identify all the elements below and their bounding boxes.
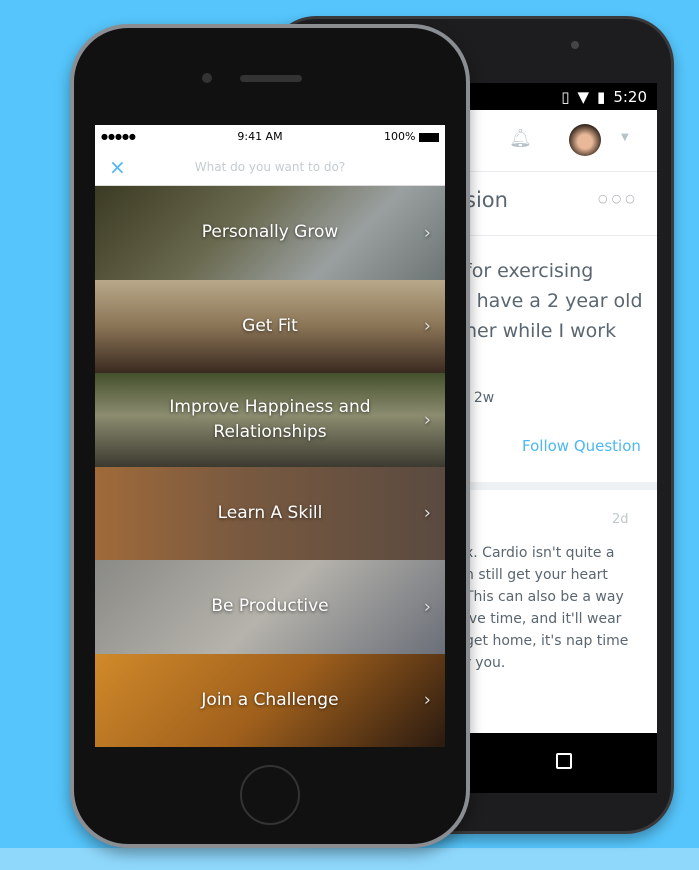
tile-personally-grow[interactable]: Personally Grow ›	[95, 186, 445, 280]
chevron-right-icon: ›	[423, 315, 431, 337]
page-title: sion	[465, 188, 508, 212]
answer-line: This can also be a way	[465, 589, 624, 605]
app-header: × What do you want to do?	[95, 148, 445, 186]
divider	[465, 482, 657, 490]
tile-label: Join a Challenge	[201, 689, 339, 710]
chevron-right-icon: ›	[423, 222, 431, 244]
android-screen: 🔔︎ ▼ sion ○○○ for exercising I have a 2 …	[465, 110, 657, 733]
android-status-bar: ▯ ▼ ▮ 5:20	[465, 83, 657, 110]
answer-line: n still get your heart	[465, 567, 608, 583]
more-options-icon[interactable]: ○○○	[598, 192, 639, 205]
battery: 100%	[384, 130, 439, 143]
tile-label: Improve Happiness and Relationships	[169, 396, 371, 442]
chevron-down-icon[interactable]: ▼	[621, 132, 629, 143]
close-icon[interactable]: ×	[109, 155, 126, 179]
ios-status-bar: ●●●●● 9:41 AM 100%	[95, 125, 445, 148]
answer-line: r you.	[465, 655, 506, 671]
battery-charging-icon: ▮	[597, 87, 606, 106]
question-text: for exercising I have a 2 year old her w…	[465, 236, 657, 346]
chevron-right-icon: ›	[423, 689, 431, 711]
ios-time: 9:41 AM	[237, 130, 283, 143]
battery-percent: 100%	[384, 130, 416, 143]
question-line: I have a 2 year old	[465, 290, 643, 312]
bell-icon[interactable]: 🔔︎	[509, 128, 532, 149]
android-nav-bar	[465, 733, 657, 793]
answer-line: get home, it's nap time	[465, 633, 629, 649]
answer-text: x. Cardio isn't quite a n still get your…	[465, 542, 628, 674]
tile-label: Learn A Skill	[217, 502, 323, 523]
tile-be-productive[interactable]: Be Productive ›	[95, 560, 445, 654]
app-bar: 🔔︎ ▼	[465, 110, 657, 172]
chevron-right-icon: ›	[423, 502, 431, 524]
wifi-icon: ▼	[577, 87, 590, 106]
signal-icon: ●●●●●	[101, 132, 136, 141]
page-header: sion ○○○	[465, 172, 657, 236]
chevron-right-icon: ›	[423, 596, 431, 618]
header-title: What do you want to do?	[194, 159, 346, 174]
tile-label: Be Productive	[211, 596, 329, 617]
android-time: 5:20	[613, 87, 647, 106]
iphone: ●●●●● 9:41 AM 100% × What do you want to…	[70, 24, 470, 848]
tile-label: Personally Grow	[201, 222, 339, 243]
vibrate-icon: ▯	[561, 87, 570, 106]
tile-join-a-challenge[interactable]: Join a Challenge ›	[95, 653, 445, 747]
home-button[interactable]	[240, 765, 300, 825]
avatar[interactable]	[569, 124, 601, 156]
tile-learn-a-skill[interactable]: Learn A Skill ›	[95, 466, 445, 560]
chevron-right-icon: ›	[423, 409, 431, 431]
tile-label: Get Fit	[242, 315, 298, 336]
background-band	[0, 848, 699, 870]
answer-line: x. Cardio isn't quite a	[465, 545, 615, 561]
tile-improve-happiness[interactable]: Improve Happiness and Relationships ›	[95, 373, 445, 467]
tile-get-fit[interactable]: Get Fit ›	[95, 279, 445, 373]
camera	[202, 73, 212, 83]
recent-apps-icon[interactable]	[556, 753, 572, 769]
follow-question-button[interactable]: Follow Question	[522, 437, 641, 455]
question-line: for exercising	[465, 260, 594, 282]
answer-age: 2d	[612, 512, 629, 527]
camera	[571, 41, 579, 49]
iphone-screen: ●●●●● 9:41 AM 100% × What do you want to…	[95, 125, 445, 747]
question-line: her while I work	[465, 320, 617, 342]
battery-icon	[418, 132, 439, 142]
answer-line: ive time, and it'll wear	[465, 611, 622, 627]
speaker	[240, 75, 302, 82]
